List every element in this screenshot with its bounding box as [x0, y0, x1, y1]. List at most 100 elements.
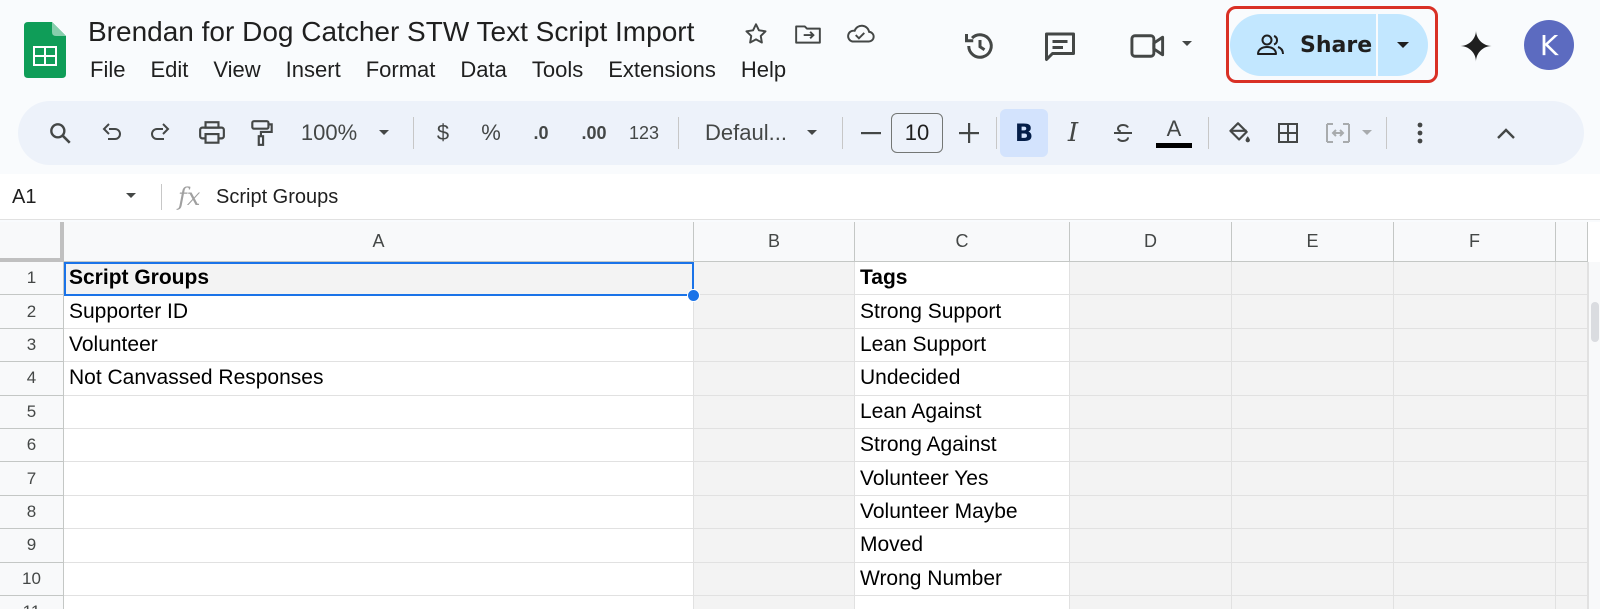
column-header-partial[interactable] [1556, 222, 1588, 262]
vertical-scrollbar[interactable] [1588, 262, 1600, 609]
hide-menus-chevron-up-icon[interactable] [1488, 101, 1524, 165]
cell-a2[interactable]: Supporter ID [64, 295, 694, 329]
column-header-f[interactable]: F [1394, 222, 1556, 262]
cell-a7[interactable] [64, 462, 694, 496]
zoom-select[interactable]: 100% [294, 101, 364, 165]
paint-format-icon[interactable] [242, 101, 282, 165]
font-chevron-icon[interactable] [802, 101, 822, 165]
row-header-11[interactable]: 11 [0, 596, 64, 609]
cell-b10[interactable] [694, 562, 855, 596]
row-header-3[interactable]: 3 [0, 328, 64, 363]
cell-c8[interactable]: Volunteer Maybe [855, 495, 1070, 530]
cell-g10[interactable] [1556, 562, 1588, 596]
cell-g1[interactable] [1556, 262, 1588, 296]
cell-e1[interactable] [1232, 262, 1394, 296]
menu-data[interactable]: Data [460, 55, 506, 85]
italic-button[interactable]: I [1056, 101, 1090, 165]
bold-button[interactable]: B [1000, 109, 1048, 157]
cell-e6[interactable] [1232, 429, 1394, 463]
decrease-decimal-button[interactable]: .0 [524, 101, 558, 165]
cell-c9[interactable]: Moved [855, 529, 1070, 563]
column-header-e[interactable]: E [1232, 222, 1394, 262]
cell-d4[interactable] [1070, 362, 1232, 396]
cell-b9[interactable] [694, 529, 855, 563]
formula-input[interactable]: Script Groups [216, 174, 338, 220]
cell-f2[interactable] [1394, 295, 1556, 329]
version-history-icon[interactable] [958, 24, 1002, 68]
borders-icon[interactable] [1270, 101, 1306, 165]
cell-e4[interactable] [1232, 362, 1394, 396]
more-formats-button[interactable]: 123 [624, 101, 664, 165]
cell-e11[interactable] [1232, 596, 1394, 609]
cell-d10[interactable] [1070, 562, 1232, 596]
cell-c1[interactable]: Tags [855, 262, 1070, 296]
cell-d7[interactable] [1070, 462, 1232, 496]
cell-e3[interactable] [1232, 328, 1394, 363]
cell-g6[interactable] [1556, 429, 1588, 463]
cell-c2[interactable]: Strong Support [855, 295, 1070, 329]
cell-b2[interactable] [694, 295, 855, 329]
select-all-corner[interactable] [0, 222, 64, 262]
cell-e10[interactable] [1232, 562, 1394, 596]
cell-e2[interactable] [1232, 295, 1394, 329]
cell-d9[interactable] [1070, 529, 1232, 563]
cell-b5[interactable] [694, 395, 855, 429]
menu-edit[interactable]: Edit [150, 55, 188, 85]
cell-g9[interactable] [1556, 529, 1588, 563]
merge-cells-icon[interactable] [1320, 101, 1356, 165]
cell-b7[interactable] [694, 462, 855, 496]
comments-icon[interactable] [1038, 24, 1082, 68]
cell-f7[interactable] [1394, 462, 1556, 496]
menu-help[interactable]: Help [741, 55, 786, 85]
text-color-button[interactable]: A [1154, 101, 1194, 165]
cell-d1[interactable] [1070, 262, 1232, 296]
share-dropdown-button[interactable] [1378, 14, 1428, 76]
cell-a3[interactable]: Volunteer [64, 328, 694, 363]
cell-g7[interactable] [1556, 462, 1588, 496]
cell-f8[interactable] [1394, 495, 1556, 530]
column-header-d[interactable]: D [1070, 222, 1232, 262]
row-header-7[interactable]: 7 [0, 462, 64, 496]
menu-insert[interactable]: Insert [286, 55, 341, 85]
column-header-a[interactable]: A [64, 222, 694, 262]
cell-c4[interactable]: Undecided [855, 362, 1070, 396]
star-icon[interactable] [740, 18, 772, 50]
row-header-6[interactable]: 6 [0, 429, 64, 463]
cell-g5[interactable] [1556, 395, 1588, 429]
cell-f4[interactable] [1394, 362, 1556, 396]
column-header-c[interactable]: C [855, 222, 1070, 262]
cell-d6[interactable] [1070, 429, 1232, 463]
cell-b11[interactable] [694, 596, 855, 609]
cell-c6[interactable]: Strong Against [855, 429, 1070, 463]
meet-video-icon[interactable] [1126, 24, 1170, 68]
meet-dropdown-chevron-icon[interactable] [1178, 34, 1196, 54]
percent-format-button[interactable]: % [476, 101, 506, 165]
cell-c7[interactable]: Volunteer Yes [855, 462, 1070, 496]
share-button[interactable]: Share [1230, 14, 1378, 76]
cell-b4[interactable] [694, 362, 855, 396]
cell-a10[interactable] [64, 562, 694, 596]
cell-e7[interactable] [1232, 462, 1394, 496]
name-box[interactable]: A1 [12, 174, 36, 220]
cell-b3[interactable] [694, 328, 855, 363]
cell-f11[interactable] [1394, 596, 1556, 609]
row-header-2[interactable]: 2 [0, 295, 64, 329]
cell-d3[interactable] [1070, 328, 1232, 363]
menu-format[interactable]: Format [366, 55, 436, 85]
cell-b8[interactable] [694, 495, 855, 530]
cell-b1[interactable] [694, 262, 855, 296]
cell-d8[interactable] [1070, 495, 1232, 530]
row-header-5[interactable]: 5 [0, 395, 64, 429]
merge-chevron-icon[interactable] [1358, 101, 1376, 165]
name-box-chevron-icon[interactable] [124, 188, 138, 206]
redo-icon[interactable] [140, 101, 180, 165]
cell-g8[interactable] [1556, 495, 1588, 530]
cell-a4[interactable]: Not Canvassed Responses [64, 362, 694, 396]
account-avatar[interactable]: K [1524, 20, 1574, 70]
undo-icon[interactable] [92, 101, 132, 165]
cell-a5[interactable] [64, 395, 694, 429]
cell-f3[interactable] [1394, 328, 1556, 363]
menu-file[interactable]: File [90, 55, 125, 85]
fill-handle[interactable] [687, 289, 700, 302]
move-folder-icon[interactable] [792, 18, 824, 50]
